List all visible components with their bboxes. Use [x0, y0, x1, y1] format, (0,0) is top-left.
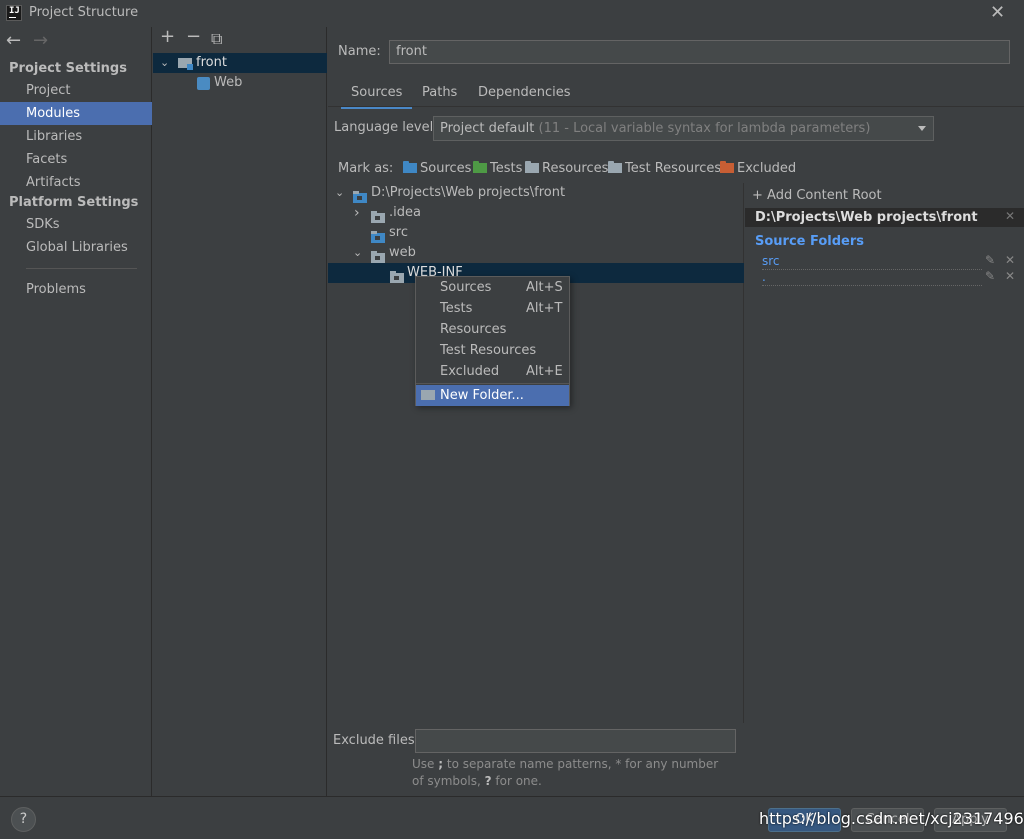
chevron-right-icon[interactable]: ›	[354, 203, 360, 223]
remove-folder-icon[interactable]: ✕	[1005, 253, 1015, 267]
add-icon[interactable]: +	[160, 28, 175, 46]
edit-pencil-icon[interactable]: ✎	[985, 269, 995, 283]
exclude-files-input[interactable]	[415, 729, 736, 753]
intellij-app-icon: IJ	[6, 5, 22, 21]
language-level-select[interactable]: Project default (11 - Local variable syn…	[433, 116, 934, 141]
chevron-down-icon[interactable]: ⌄	[353, 243, 362, 263]
content-root-folder-icon	[353, 190, 367, 203]
language-level-hint: (11 - Local variable syntax for lambda p…	[538, 121, 871, 136]
platform-settings-header: Platform Settings	[9, 195, 139, 210]
chevron-down-icon[interactable]: ⌄	[335, 183, 344, 203]
facet-name: Web	[214, 75, 243, 90]
modules-panel	[153, 27, 327, 796]
name-label: Name:	[338, 44, 381, 59]
menu-item-tests[interactable]: Tests Alt+T	[416, 298, 569, 319]
mark-as-resources-button[interactable]: Resources	[525, 160, 608, 177]
dropdown-arrow-icon[interactable]	[918, 126, 926, 131]
mark-as-label: Mark as:	[338, 161, 394, 176]
tab-dependencies[interactable]: Dependencies	[468, 84, 581, 106]
sidebar-item-modules[interactable]: Modules	[0, 102, 152, 125]
source-folder-icon	[371, 230, 385, 243]
tree-row-root[interactable]: ⌄ D:\Projects\Web projects\front	[328, 183, 744, 203]
source-folder-dot[interactable]: .	[762, 269, 982, 286]
sidebar-item-libraries[interactable]: Libraries	[0, 125, 152, 148]
folder-icon	[390, 270, 404, 283]
menu-item-sources[interactable]: Sources Alt+S	[416, 277, 569, 298]
mark-as-sources-button[interactable]: Sources	[403, 160, 471, 177]
tab-paths[interactable]: Paths	[412, 84, 467, 106]
sidebar-item-global-libraries[interactable]: Global Libraries	[0, 236, 152, 259]
watermark-text: https://blog.csdn.net/xcj2317496650	[759, 809, 1024, 828]
tree-row-idea[interactable]: › .idea	[328, 203, 744, 223]
exclude-files-hint: Use ; to separate name patterns, * for a…	[412, 757, 719, 788]
sidebar-item-problems[interactable]: Problems	[0, 278, 152, 301]
close-icon[interactable]: ✕	[990, 3, 1005, 23]
forward-arrow-icon[interactable]: →	[33, 32, 48, 50]
add-content-root-button[interactable]: + Add Content Root	[752, 188, 882, 203]
tree-item-label: src	[389, 225, 408, 240]
sidebar-item-facets[interactable]: Facets	[0, 148, 152, 171]
tree-row-web[interactable]: ⌄ web	[328, 243, 744, 263]
menu-item-excluded[interactable]: Excluded Alt+E	[416, 361, 569, 382]
menu-item-test-resources[interactable]: Test Resources	[416, 340, 569, 361]
sidebar-item-project[interactable]: Project	[0, 79, 152, 102]
remove-folder-icon[interactable]: ✕	[1005, 269, 1015, 283]
tests-folder-icon	[473, 160, 487, 173]
source-folders-title: Source Folders	[755, 234, 865, 249]
resources-folder-icon	[525, 160, 539, 173]
exclude-files-label: Exclude files:	[333, 733, 420, 748]
module-tree-row-front[interactable]: ⌄ front	[153, 53, 327, 73]
menu-item-new-folder[interactable]: New Folder...	[416, 385, 569, 406]
excluded-folder-icon	[720, 160, 734, 173]
language-level-value: Project default	[440, 121, 535, 136]
module-name: front	[196, 55, 227, 70]
folder-icon	[371, 250, 385, 263]
sidebar-divider	[26, 268, 137, 269]
edit-pencil-icon[interactable]: ✎	[985, 253, 995, 267]
back-arrow-icon[interactable]: ←	[6, 32, 21, 50]
tabs-divider	[328, 106, 1024, 107]
test-resources-folder-icon	[608, 160, 622, 173]
mark-as-tests-button[interactable]: Tests	[473, 160, 522, 177]
remove-icon[interactable]: −	[186, 28, 201, 46]
content-root-header: D:\Projects\Web projects\front	[745, 208, 1024, 227]
mark-as-excluded-button[interactable]: Excluded	[720, 160, 796, 177]
project-settings-header: Project Settings	[9, 61, 127, 76]
help-icon[interactable]: ?	[11, 807, 36, 832]
content-root-path: D:\Projects\Web projects\front	[371, 185, 566, 200]
module-tree-row-web[interactable]: Web	[153, 73, 327, 93]
module-badge-icon	[187, 64, 193, 70]
tree-row-src[interactable]: src	[328, 223, 744, 243]
window-title: Project Structure	[29, 5, 139, 20]
remove-content-root-icon[interactable]: ✕	[1005, 209, 1015, 223]
sidebar-item-sdks[interactable]: SDKs	[0, 213, 152, 236]
menu-separator	[416, 383, 569, 384]
language-level-label: Language level:	[334, 120, 438, 135]
copy-icon[interactable]: ⧉	[211, 31, 222, 47]
module-name-field[interactable]: front	[389, 40, 1010, 64]
source-folder-src[interactable]: src	[762, 253, 982, 270]
tree-item-label: web	[389, 245, 416, 260]
tree-item-label: .idea	[389, 205, 421, 220]
web-facet-icon	[197, 77, 210, 90]
sidebar-item-artifacts[interactable]: Artifacts	[0, 171, 152, 194]
menu-item-resources[interactable]: Resources	[416, 319, 569, 340]
title-bar	[0, 0, 1024, 27]
sources-folder-icon	[403, 160, 417, 173]
mark-as-test-resources-button[interactable]: Test Resources	[608, 160, 721, 177]
chevron-down-icon[interactable]: ⌄	[160, 53, 169, 73]
new-folder-icon	[421, 390, 435, 400]
folder-icon	[371, 210, 385, 223]
